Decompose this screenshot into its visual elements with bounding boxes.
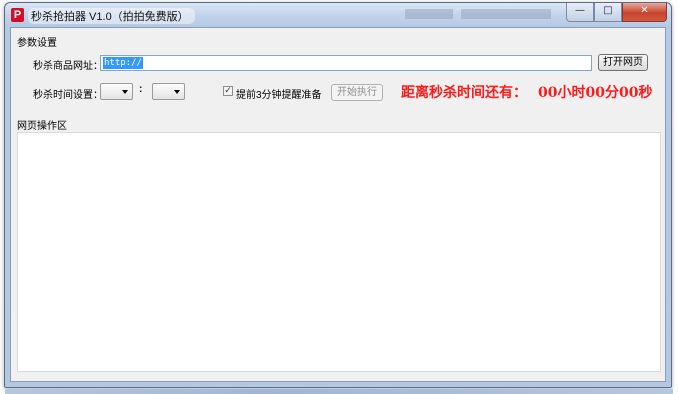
countdown-value: 00小时00分00秒 [538, 85, 653, 101]
blurred-background-strip [461, 9, 551, 19]
taskbar-strip [5, 389, 673, 394]
open-page-button[interactable]: 打开网页 [598, 54, 648, 71]
browser-area[interactable] [17, 132, 661, 372]
time-label: 秒杀时间设置： [33, 90, 103, 101]
remind-checkbox[interactable]: ✓ [223, 86, 233, 96]
start-button[interactable]: 开始执行 [331, 84, 383, 101]
params-group-label: 参数设置 [17, 38, 57, 49]
chevron-down-icon [174, 90, 180, 94]
window-title: 秒杀抢拍器 V1.0（拍拍免费版） [28, 8, 195, 24]
main-window: P 秒杀抢拍器 V1.0（拍拍免费版） — □ ✕ 参数设置 秒杀商品网址： h… [4, 2, 672, 388]
url-input[interactable]: http:// [100, 55, 592, 71]
remind-label[interactable]: 提前3分钟提醒准备 [236, 86, 322, 101]
blurred-background-strip [405, 9, 453, 19]
chevron-down-icon [122, 90, 128, 94]
url-label: 秒杀商品网址： [33, 61, 103, 72]
hour-select[interactable] [100, 83, 133, 100]
title-bar[interactable]: P 秒杀抢拍器 V1.0（拍拍免费版） — □ ✕ [5, 3, 671, 27]
browser-group-label: 网页操作区 [17, 121, 67, 132]
client-area: 参数设置 秒杀商品网址： http:// 打开网页 秒杀时间设置： : ✓ 提前… [10, 27, 666, 382]
time-separator: : [139, 84, 143, 95]
close-button[interactable]: ✕ [622, 3, 667, 22]
window-controls: — □ ✕ [566, 3, 667, 22]
url-input-value: http:// [103, 57, 143, 69]
app-logo-icon: P [11, 8, 24, 22]
countdown-label: 距离秒杀时间还有： [401, 85, 527, 101]
maximize-button[interactable]: □ [594, 3, 622, 22]
minimize-button[interactable]: — [566, 3, 594, 22]
minute-select[interactable] [152, 83, 185, 100]
